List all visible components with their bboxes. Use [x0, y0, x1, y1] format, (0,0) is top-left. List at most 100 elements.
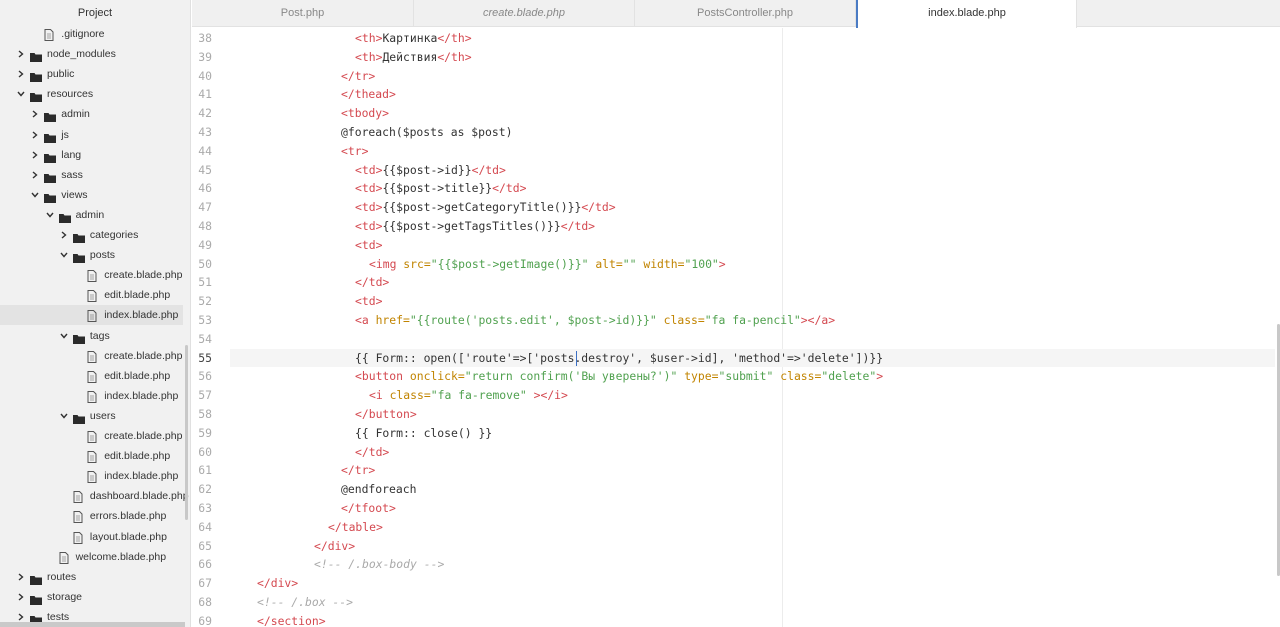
tree-item-label: storage	[47, 590, 83, 603]
code-token: </div>	[314, 538, 356, 553]
tree-folder[interactable]: categories	[0, 225, 185, 245]
tree-folder[interactable]: posts	[0, 245, 185, 265]
tree-file[interactable]: index.blade.php	[0, 466, 185, 486]
tree-file[interactable]: welcome.blade.php	[0, 547, 185, 567]
code-line[interactable]: 63 </tfoot>	[192, 499, 1280, 518]
chevron-right-icon[interactable]	[30, 165, 40, 185]
code-line[interactable]: 43 @foreach($posts as $post)	[192, 123, 1280, 142]
code-line[interactable]: 59 {{ Form:: close() }}	[192, 424, 1280, 443]
tree-file[interactable]: errors.blade.php	[0, 506, 185, 526]
tree-folder[interactable]: users	[0, 406, 185, 426]
tree-item-label: errors.blade.php	[89, 510, 167, 523]
tree-folder[interactable]: routes	[0, 567, 185, 587]
sidebar-title: Project	[77, 7, 113, 19]
code-line[interactable]: 44 <tr>	[192, 142, 1280, 161]
tree-folder[interactable]: admin	[0, 104, 185, 124]
code-line[interactable]: 53 <a href="{{route('posts.edit', $post->…	[192, 311, 1280, 330]
line-code: <img src="{{$post->getImage()}}" alt="" …	[369, 255, 726, 273]
line-code: <i class="fa fa-remove" ></i>	[369, 386, 568, 404]
tree-file[interactable]: index.blade.php	[0, 386, 185, 406]
chevron-right-icon[interactable]	[16, 587, 26, 607]
code-line[interactable]: 60 </td>	[192, 443, 1280, 462]
chevron-down-icon[interactable]	[16, 84, 26, 104]
tree-folder[interactable]: lang	[0, 145, 185, 165]
tree-file[interactable]: edit.blade.php	[0, 446, 185, 466]
code-line[interactable]: 38 <th>Картинка</th>	[192, 29, 1280, 48]
code-line[interactable]: 65 </div>	[192, 537, 1280, 556]
code-line[interactable]: 39 <th>Действия</th>	[192, 48, 1280, 67]
line-number: 52	[198, 294, 212, 309]
sidebar-scrollbar[interactable]	[185, 345, 188, 520]
code-line[interactable]: 55 {{ Form:: open(['route'=>['posts.destr…	[198, 348, 1275, 368]
chevron-right-icon[interactable]	[30, 125, 40, 145]
code-token: "return confirm('Вы уверены?')"	[464, 369, 678, 384]
code-line[interactable]: 64 </table>	[192, 518, 1280, 537]
line-code: <td>	[355, 292, 382, 310]
chevron-right-icon[interactable]	[30, 104, 40, 124]
code-line[interactable]: 51 </td>	[192, 273, 1280, 292]
tree-file[interactable]: edit.blade.php	[0, 285, 185, 305]
tab-post-php[interactable]: Post.php	[192, 0, 414, 27]
code-line[interactable]: 41 </thead>	[192, 85, 1280, 104]
code-line[interactable]: 42 <tbody>	[192, 104, 1280, 123]
code-line[interactable]: 48 <td>{{$post->getTagsTitles()}}</td>	[192, 217, 1280, 236]
code-line[interactable]: 47 <td>{{$post->getCategoryTitle()}}</td>	[192, 198, 1280, 217]
code-token: "fa fa-remove"	[430, 388, 527, 403]
tree-folder[interactable]: resources	[0, 84, 185, 104]
code-line[interactable]: 57 <i class="fa fa-remove" ></i>	[192, 386, 1280, 405]
tree-folder[interactable]: storage	[0, 587, 185, 607]
chevron-down-icon[interactable]	[59, 326, 69, 346]
tree-file[interactable]: .gitignore	[0, 24, 185, 44]
code-line[interactable]: 61 </tr>	[192, 461, 1280, 480]
code-line[interactable]: 40 </tr>	[192, 67, 1280, 86]
tab-postscontroller-php[interactable]: PostsController.php	[635, 0, 856, 27]
code-line[interactable]: 49 <td>	[192, 236, 1280, 255]
code-line[interactable]: 67 </div>	[192, 574, 1280, 593]
line-number: 50	[198, 256, 212, 271]
code-line[interactable]: 46 <td>{{$post->title}}</td>	[192, 179, 1280, 198]
file-icon	[87, 269, 99, 283]
tree-folder[interactable]: sass	[0, 165, 185, 185]
chevron-down-icon[interactable]	[30, 185, 40, 205]
chevron-right-icon[interactable]	[16, 44, 26, 64]
sidebar-horizontal-scrollbar[interactable]	[0, 622, 185, 627]
tree-folder[interactable]: public	[0, 64, 185, 84]
tree-file[interactable]: create.blade.php	[0, 346, 185, 366]
tab-create-blade-php[interactable]: create.blade.php	[414, 0, 635, 27]
code-line[interactable]: 68 <!-- /.box -->	[192, 593, 1280, 612]
folder-icon	[30, 572, 42, 585]
chevron-down-icon[interactable]	[45, 205, 55, 225]
code-line[interactable]: 52 <td>	[192, 292, 1280, 311]
code-editor[interactable]: 38 <th>Картинка</th> 39 <th>Действия</th> 40…	[192, 28, 1280, 627]
code-line[interactable]: 58 </button>	[192, 405, 1280, 424]
tab-index-blade-php[interactable]: index.blade.php	[856, 0, 1077, 28]
tree-folder[interactable]: tags	[0, 326, 185, 346]
tree-file[interactable]: edit.blade.php	[0, 366, 185, 386]
code-line[interactable]: 66 <!-- /.box-body -->	[192, 555, 1280, 574]
code-line[interactable]: 62 @endforeach	[192, 480, 1280, 499]
chevron-right-icon[interactable]	[59, 225, 69, 245]
tree-item-label: users	[89, 409, 116, 422]
file-icon	[59, 551, 71, 564]
code-token: </div>	[257, 576, 299, 591]
tree-file[interactable]: create.blade.php	[0, 265, 185, 285]
tree-file[interactable]: index.blade.php	[0, 305, 183, 326]
chevron-right-icon[interactable]	[16, 567, 26, 587]
tree-file[interactable]: layout.blade.php	[0, 527, 185, 547]
chevron-down-icon[interactable]	[59, 406, 69, 426]
code-line[interactable]: 69 </section>	[192, 612, 1280, 627]
chevron-down-icon[interactable]	[59, 245, 69, 265]
code-line[interactable]: 45 <td>{{$post->id}}</td>	[192, 161, 1280, 180]
code-line[interactable]: 54	[192, 330, 1280, 349]
tree-file[interactable]: dashboard.blade.php	[0, 486, 189, 506]
file-icon	[87, 390, 99, 403]
chevron-right-icon[interactable]	[30, 145, 40, 165]
code-line[interactable]: 50 <img src="{{$post->getImage()}}" alt="…	[192, 255, 1280, 274]
code-line[interactable]: 56 <button onclick="return confirm('Вы ув…	[192, 367, 1280, 386]
tree-folder[interactable]: admin	[0, 205, 185, 225]
tree-folder[interactable]: views	[0, 185, 185, 205]
tree-folder[interactable]: node_modules	[0, 44, 185, 64]
chevron-right-icon[interactable]	[16, 64, 26, 84]
tree-file[interactable]: create.blade.php	[0, 426, 185, 446]
tree-folder[interactable]: js	[0, 125, 185, 145]
